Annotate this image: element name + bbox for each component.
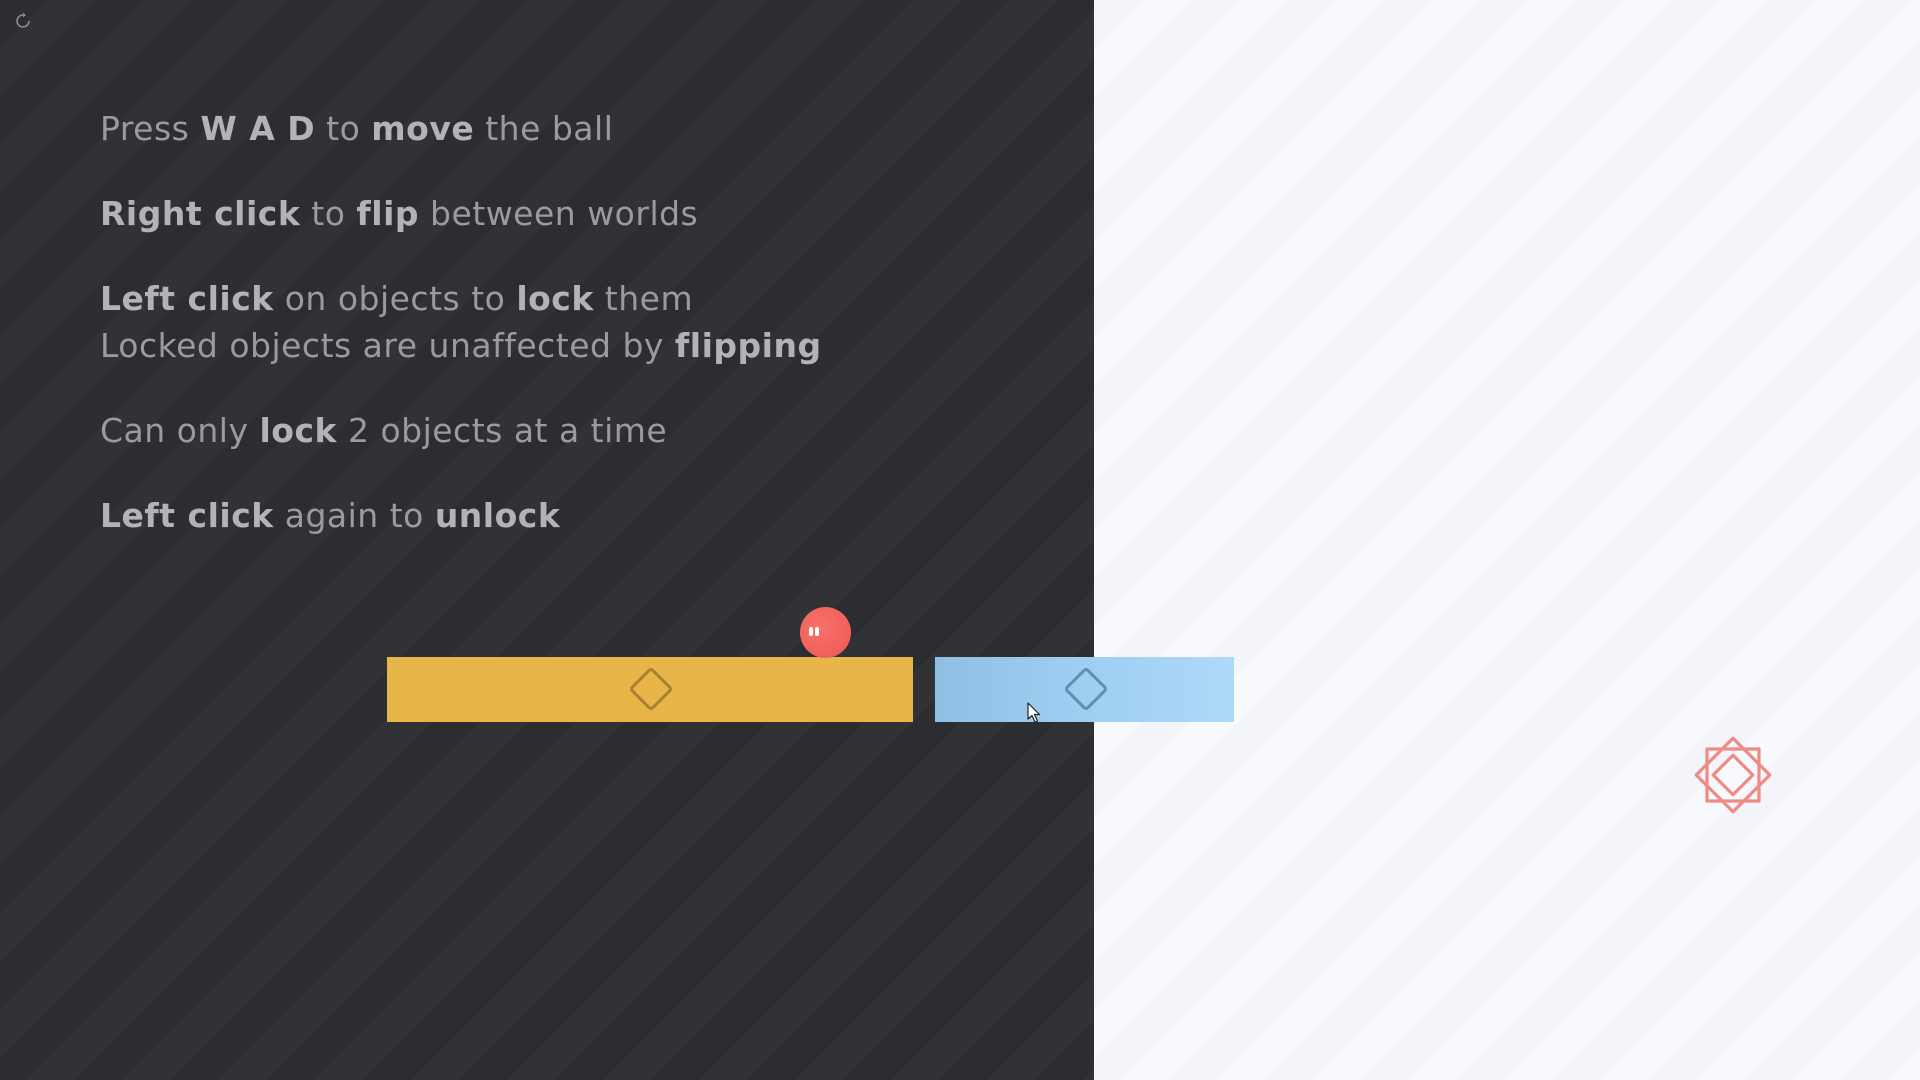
instruction-text: Locked objects are unaffected by [100,326,675,365]
game-canvas[interactable]: Press W A D to move the ball Right click … [0,0,1920,1080]
instruction-keyword: unlock [434,496,561,535]
instruction-spacer [100,454,822,492]
instruction-spacer [100,152,822,190]
instruction-text: between worlds [419,194,699,233]
player-ball [800,607,851,658]
instruction-text: on objects to [273,279,517,318]
instruction-text: Can only [100,411,260,450]
instruction-keyword: Right click [100,194,301,233]
yellow-platform[interactable] [387,657,913,722]
instruction-keyword: W A D [200,109,316,148]
instruction-text: to [300,194,357,233]
instruction-text: 2 objects at a time [336,411,668,450]
instruction-keyword: flipping [674,326,822,365]
ball-eye-left [809,627,813,636]
instruction-keyword: lock [259,411,337,450]
instruction-line: Right click to flip between worlds [100,190,822,237]
instruction-line: Left click on objects to lock them [100,275,822,322]
instruction-keyword: Left click [100,279,274,318]
blue-platform[interactable] [935,657,1234,722]
diamond-icon [628,666,674,712]
instruction-text: to [315,109,372,148]
instruction-text: them [593,279,694,318]
instruction-keyword: lock [516,279,594,318]
instruction-line: Left click again to unlock [100,492,822,539]
instruction-keyword: flip [356,194,420,233]
ball-eye-right [815,627,819,636]
light-world-area [1094,0,1920,1080]
instruction-line: Can only lock 2 objects at a time [100,407,822,454]
instruction-text: again to [273,496,435,535]
instruction-keyword: Left click [100,496,274,535]
instruction-text: Press [100,109,201,148]
instruction-spacer [100,369,822,407]
instruction-spacer [100,237,822,275]
instructions-text: Press W A D to move the ball Right click … [100,105,822,539]
instruction-line: Press W A D to move the ball [100,105,822,152]
instruction-line: Locked objects are unaffected by flippin… [100,322,822,369]
instruction-text: the ball [474,109,614,148]
diamond-icon [1063,666,1109,712]
goal-star-icon [1690,732,1776,818]
restart-icon[interactable] [14,12,32,30]
instruction-keyword: move [371,109,475,148]
